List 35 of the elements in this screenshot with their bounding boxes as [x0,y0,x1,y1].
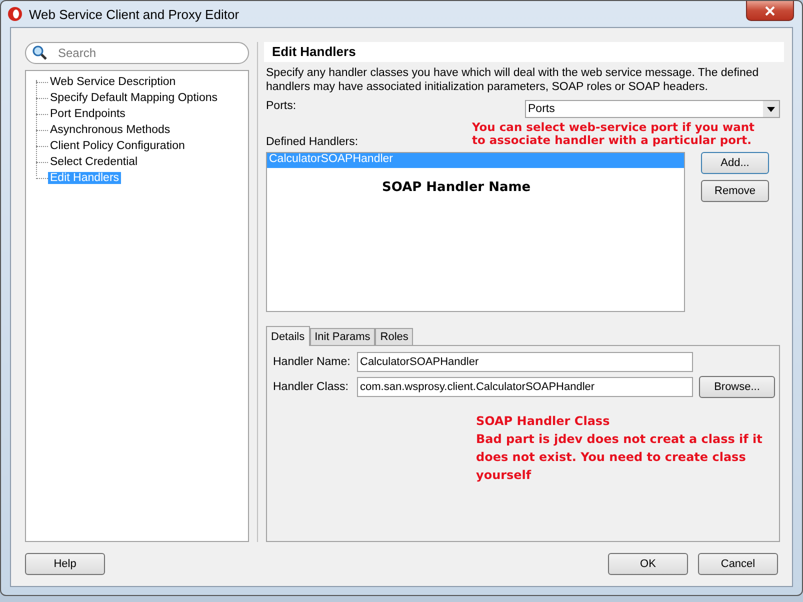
handlers-label: Defined Handlers: [266,136,358,148]
annotation-text: SOAP Handler Name [382,180,531,195]
handler-class-label: Handler Class: [273,380,350,395]
tree-item[interactable]: Specify Default Mapping Options [48,92,220,104]
annotation-title: SOAP Handler Class [476,413,610,430]
ports-dropdown[interactable]: Ports [525,100,780,118]
tree-item[interactable]: Asynchronous Methods [48,124,172,136]
search-field[interactable]: Search [25,42,250,64]
ok-button[interactable]: OK [608,553,688,575]
tree-item[interactable]: Select Credential [48,156,140,168]
page-heading: Edit Handlers [264,42,784,62]
close-button[interactable] [746,1,794,21]
caret-icon [767,106,775,112]
ports-label: Ports: [266,100,296,112]
tree-item[interactable]: Port Endpoints [48,108,128,120]
browse-button[interactable]: Browse... [699,376,775,398]
page-description: Specify any handler classes you have which will deal with the web service message. The defined handlers may have associated initialization parameters, SOAP roles or SOAP headers. [266,66,760,94]
window-title: Web Service Client and Proxy Editor [29,6,240,22]
annotation-text: You can select web-service port if you want to associate handler with a particular port. [472,121,756,147]
handler-class-field[interactable]: com.san.wsprosy.client.CalculatorSOAPHandler [357,377,693,397]
tab[interactable]: Init Params [310,328,376,346]
annotation-text: Bad part is jdev does not creat a class if it does not exist. You need to create class yourself [476,431,764,484]
handler-name-field[interactable]: CalculatorSOAPHandler [357,352,693,372]
tree-item[interactable]: Client Policy Configuration [48,140,187,152]
close-icon [765,6,775,16]
add-button[interactable]: Add... [701,152,769,174]
handler-name-label: Handler Name: [273,355,351,370]
cancel-button[interactable]: Cancel [698,553,778,575]
search-icon [32,45,48,61]
help-button[interactable]: Help [25,553,105,575]
tab[interactable]: Roles [375,328,414,346]
tab[interactable]: Details [266,326,310,346]
app-logo-icon [7,6,23,22]
remove-button[interactable]: Remove [701,180,769,202]
tree-item[interactable]: Web Service Description [48,76,178,88]
